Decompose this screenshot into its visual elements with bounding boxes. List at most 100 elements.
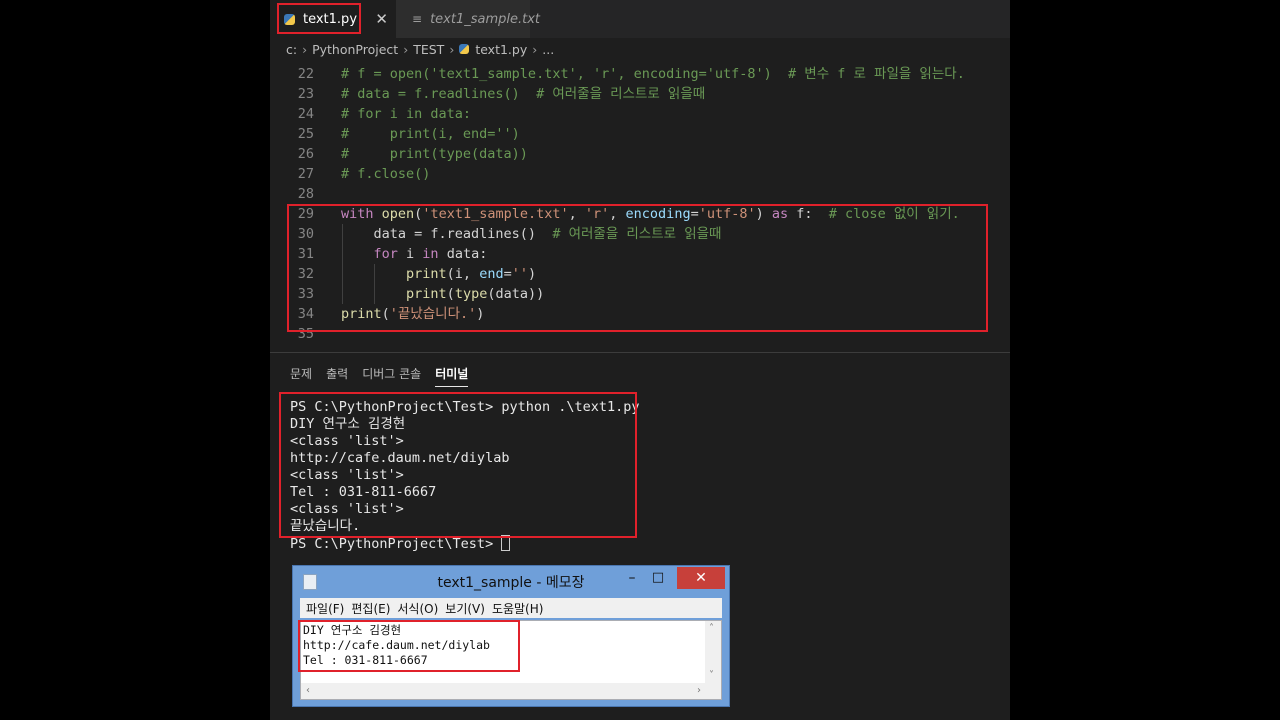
menu-help[interactable]: 도움말(H) — [492, 600, 544, 617]
code-text: for i in data: — [373, 246, 488, 262]
notepad-line: DIY 연구소 김경현 — [303, 623, 402, 637]
line-number: 28 — [297, 186, 314, 202]
vscode-window: text1.py ✕ ≡ text1_sample.txt c: › Python… — [270, 0, 1010, 720]
menu-edit[interactable]: 편집(E) — [351, 600, 390, 617]
tab-output[interactable]: 출력 — [326, 365, 348, 387]
breadcrumb-item-pythonproject[interactable]: PythonProject — [312, 42, 398, 57]
tab-bar: text1.py ✕ ≡ text1_sample.txt — [270, 0, 1010, 38]
code-line: 27 # f.close() — [270, 164, 1010, 184]
terminal-line: DIY 연구소 김경현 — [290, 416, 406, 432]
line-number: 31 — [297, 246, 314, 262]
notepad-titlebar[interactable]: text1_sample - 메모장 – □ ✕ — [293, 566, 729, 598]
close-tab-icon[interactable]: ✕ — [375, 10, 388, 28]
code-line: 28 — [270, 184, 1010, 204]
code-line: 24 # for i in data: — [270, 104, 1010, 124]
terminal[interactable]: PS C:\PythonProject\Test> python .\text1… — [290, 399, 640, 552]
code-line: 26 # print(type(data)) — [270, 144, 1010, 164]
line-number: 35 — [297, 326, 314, 342]
indent-guide — [374, 264, 375, 304]
tab-problems[interactable]: 문제 — [290, 365, 312, 387]
breadcrumb-item-file[interactable]: text1.py — [475, 42, 527, 57]
line-number: 27 — [297, 166, 314, 182]
close-icon[interactable]: ✕ — [677, 567, 725, 589]
terminal-line: Tel : 031-811-6667 — [290, 484, 437, 500]
code-text: data = f.readlines() # 여러줄을 리스트로 읽을때 — [341, 226, 722, 242]
tab-label: text1_sample.txt — [430, 11, 541, 27]
chevron-right-icon: › — [403, 41, 409, 57]
scroll-left-icon[interactable]: ‹ — [306, 685, 310, 696]
breadcrumb-item-test[interactable]: TEST — [413, 42, 444, 57]
line-number: 32 — [297, 266, 314, 282]
menu-view[interactable]: 보기(V) — [445, 600, 485, 617]
notepad-window: text1_sample - 메모장 – □ ✕ 파일(F) 편집(E) 서식(… — [292, 565, 730, 707]
line-number: 30 — [297, 226, 314, 242]
breadcrumb: c: › PythonProject › TEST › text1.py › ... — [286, 38, 554, 60]
terminal-line: PS C:\PythonProject\Test> python .\text1… — [290, 399, 640, 415]
tab-label: text1.py — [303, 11, 358, 27]
code-text: print(i, end='') — [406, 266, 537, 282]
notepad-line: Tel : 031-811-6667 — [303, 653, 428, 667]
python-file-icon — [284, 13, 295, 25]
line-number: 26 — [297, 146, 314, 162]
line-number: 24 — [297, 106, 314, 122]
code-line: 22 # f = open('text1_sample.txt', 'r', en… — [270, 64, 1010, 84]
notepad-content: DIY 연구소 김경현 http://cafe.daum.net/diylab … — [303, 623, 490, 668]
notepad-text-area[interactable]: DIY 연구소 김경현 http://cafe.daum.net/diylab … — [300, 620, 722, 700]
code-text: # print(i, end='') — [341, 126, 520, 142]
code-line: 25 # print(i, end='') — [270, 124, 1010, 144]
line-number: 34 — [297, 306, 314, 322]
breadcrumb-item-symbol[interactable]: ... — [542, 42, 554, 57]
menu-file[interactable]: 파일(F) — [306, 600, 344, 617]
vertical-scrollbar[interactable]: ˄ ˅ — [705, 621, 721, 683]
scroll-right-icon[interactable]: › — [697, 685, 701, 696]
scroll-up-icon[interactable]: ˄ — [709, 623, 714, 634]
code-text: # f = open('text1_sample.txt', 'r', enco… — [341, 66, 965, 82]
terminal-line: http://cafe.daum.net/diylab — [290, 450, 510, 466]
breadcrumb-item-drive[interactable]: c: — [286, 42, 297, 57]
terminal-line: 끝났습니다. — [290, 518, 361, 534]
code-text: # print(type(data)) — [341, 146, 528, 162]
terminal-line: <class 'list'> — [290, 467, 404, 483]
code-line: 30 data = f.readlines() # 여러줄을 리스트로 읽을때 — [270, 224, 1010, 244]
text-file-icon: ≡ — [412, 12, 423, 26]
code-line: 29 with open('text1_sample.txt', 'r', enc… — [270, 204, 1010, 224]
tab-terminal[interactable]: 터미널 — [435, 365, 469, 387]
line-number: 22 — [297, 66, 314, 82]
code-line: 35 — [270, 324, 1010, 344]
tab-text1-sample-txt[interactable]: ≡ text1_sample.txt — [396, 0, 540, 38]
terminal-cursor — [501, 535, 511, 551]
maximize-icon[interactable]: □ — [649, 570, 667, 588]
panel-tabs: 문제 출력 디버그 콘솔 터미널 — [290, 365, 482, 387]
code-line: 23 # data = f.readlines() # 여러줄을 리스트로 읽을때 — [270, 84, 1010, 104]
tab-debug-console[interactable]: 디버그 콘솔 — [362, 365, 421, 387]
code-line: 31 for i in data: — [270, 244, 1010, 264]
terminal-prompt: PS C:\PythonProject\Test> — [290, 536, 502, 552]
terminal-line: <class 'list'> — [290, 501, 404, 517]
line-number: 25 — [297, 126, 314, 142]
chevron-right-icon: › — [302, 41, 308, 57]
notepad-menubar: 파일(F) 편집(E) 서식(O) 보기(V) 도움말(H) — [300, 598, 722, 618]
line-number: 33 — [297, 286, 314, 302]
scroll-down-icon[interactable]: ˅ — [709, 670, 714, 681]
python-file-icon — [459, 44, 470, 54]
code-text: print(type(data)) — [406, 286, 545, 302]
line-number: 29 — [297, 206, 314, 222]
bottom-panel: 문제 출력 디버그 콘솔 터미널 PS C:\PythonProject\Tes… — [270, 352, 1010, 720]
indent-guide — [342, 224, 343, 304]
chevron-right-icon: › — [532, 41, 538, 57]
menu-format[interactable]: 서식(O) — [397, 600, 438, 617]
terminal-prompt-line[interactable]: PS C:\PythonProject\Test> — [290, 535, 640, 552]
notepad-line: http://cafe.daum.net/diylab — [303, 638, 490, 652]
horizontal-scrollbar[interactable]: ‹ › — [301, 683, 721, 699]
code-line: 32 print(i, end='') — [270, 264, 1010, 284]
code-text: # data = f.readlines() # 여러줄을 리스트로 읽을때 — [341, 86, 706, 102]
code-text: print('끝났습니다.') — [341, 306, 485, 322]
chevron-right-icon: › — [449, 41, 455, 57]
tab-text1-py[interactable]: text1.py ✕ — [270, 0, 396, 38]
minimize-icon[interactable]: – — [623, 570, 641, 588]
code-editor[interactable]: 22 # f = open('text1_sample.txt', 'r', en… — [270, 64, 1010, 352]
code-text: with open('text1_sample.txt', 'r', encod… — [341, 206, 960, 222]
code-text: # f.close() — [341, 166, 431, 182]
code-line: 33 print(type(data)) — [270, 284, 1010, 304]
code-line: 34 print('끝났습니다.') — [270, 304, 1010, 324]
